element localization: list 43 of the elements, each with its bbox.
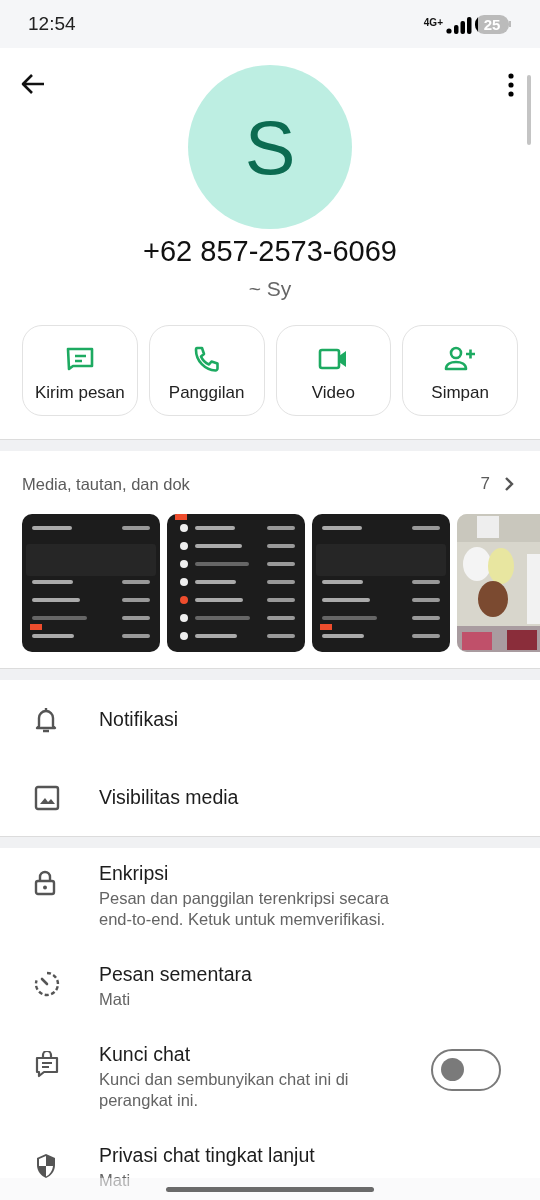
video-button[interactable]: Video [275,325,392,416]
setting-title: Pesan sementara [99,963,253,986]
settings-row[interactable]: Privasi chat tingkat lanjut Mati [0,1130,540,1200]
more-options-icon[interactable] [508,73,514,97]
settings-row[interactable]: Pesan sementara Mati [0,949,540,1029]
setting-title: Privasi chat tingkat lanjut [99,1144,316,1167]
call-button[interactable]: Panggilan [148,325,265,416]
add-button[interactable]: Simpan [402,325,518,416]
setting-title: Kunci chat [99,1043,192,1066]
setting-title: Enkripsi [99,862,170,885]
media-count: 7 [480,474,490,494]
setting-title: Notifikasi [99,707,180,731]
back-arrow-icon[interactable] [20,73,46,95]
shield-icon [34,1152,58,1180]
setting-subtitle: Mati [99,989,131,1010]
setting-subtitle: Kunci dan sembunyikan chat ini di perangkat ini. [99,1069,350,1111]
settings-row[interactable]: Enkripsi Pesan dan panggilan terenkripsi secara end-to-end. Ketuk untuk memverifikasi. [0,848,540,949]
timer-icon [34,971,60,997]
battery-icon: 25 [475,14,512,34]
settings-row[interactable]: Visibilitas media [0,758,540,836]
signal-icon [446,15,472,34]
lock-icon [34,870,56,896]
chevron-right-icon[interactable] [504,476,514,492]
section-title[interactable]: Media, tautan, dan dok [22,474,481,494]
setting-subtitle: Pesan dan panggilan terenkripsi secara end-to-end. Ketuk untuk memverifikasi. [99,888,390,930]
settings-row[interactable]: Kunci chat Kunci dan sembunyikan chat ini di perangkat ini. [0,1029,540,1130]
scrollbar [527,75,531,145]
image-icon [34,785,60,811]
setting-subtitle: Mati [99,1170,131,1191]
add-person-icon [444,344,477,373]
phone-icon [192,344,221,373]
message-button[interactable]: Kirim pesan [22,325,138,416]
contact-name: ~ Sy [247,277,293,301]
settings-row[interactable]: Notifikasi [0,680,540,758]
avatar: S [188,65,352,229]
network-type: 4G+ [423,16,443,28]
setting-title: Visibilitas media [99,785,240,809]
chat-lock-icon [34,1051,60,1079]
clock-time: 12:54 [28,13,77,35]
home-indicator[interactable] [166,1186,374,1192]
toggle-switch[interactable] [431,1049,501,1091]
phone-number: +62 857-2573-6069 [142,235,398,268]
bell-icon [34,706,58,734]
